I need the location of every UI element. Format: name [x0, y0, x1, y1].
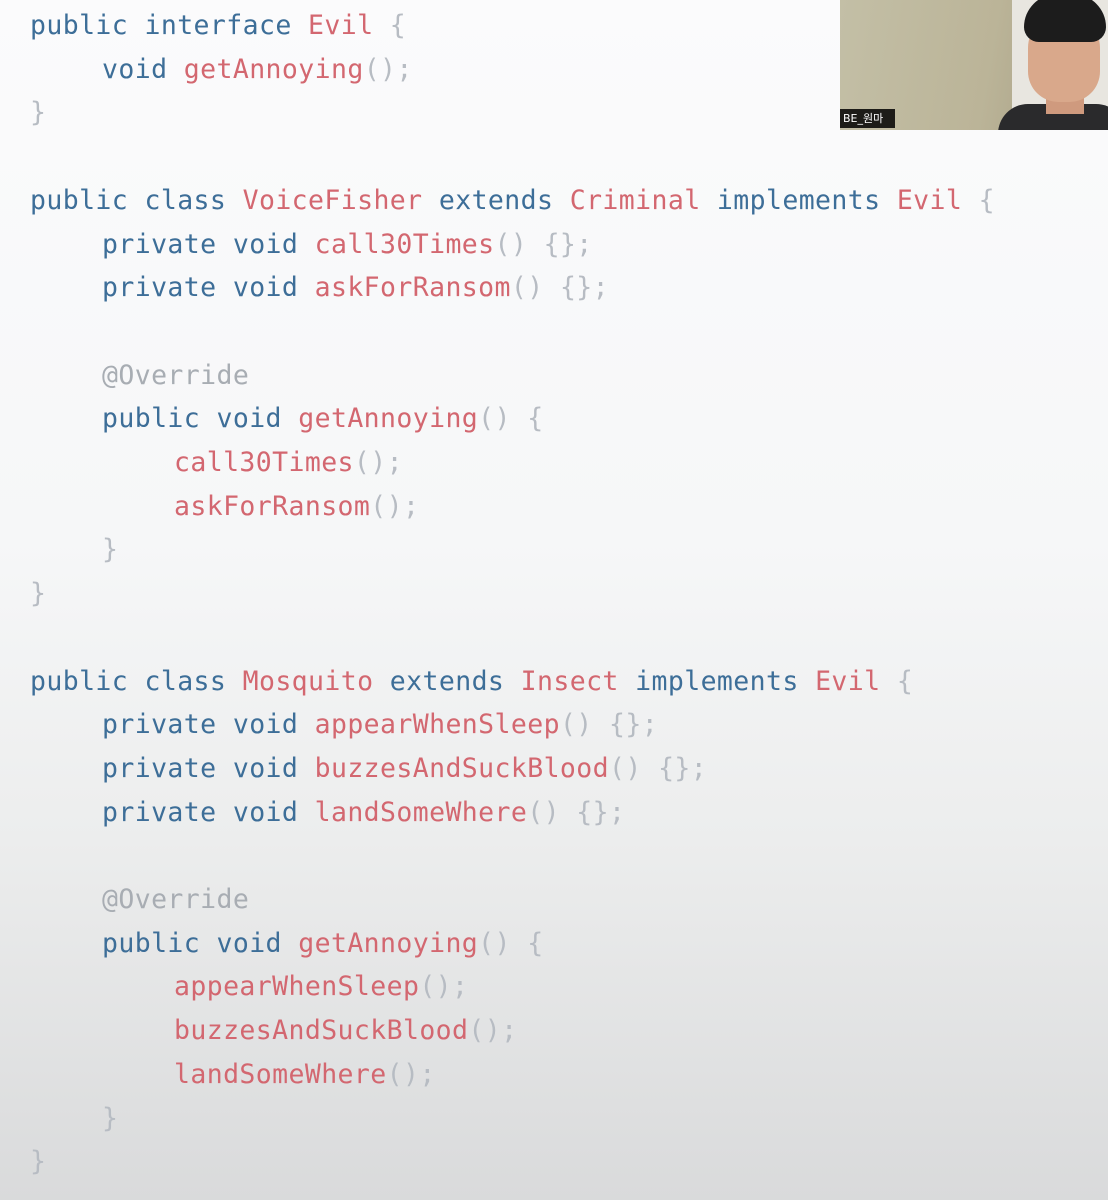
code-line: public void getAnnoying() { — [30, 397, 544, 441]
code-line: private void askForRansom() {}; — [30, 266, 609, 310]
code-keyword: private void — [102, 272, 315, 304]
code-line: public interface Evil { — [30, 4, 406, 48]
code-line: public class Mosquito extends Insect imp… — [30, 660, 913, 704]
code-keyword: public interface — [30, 10, 309, 41]
code-keyword: implements — [618, 665, 816, 697]
code-keyword: private void — [102, 752, 315, 784]
code-punctuation: () {}; — [559, 709, 659, 741]
code-line: @Override — [30, 878, 249, 922]
code-identifier: askForRansom — [174, 490, 371, 522]
code-punctuation: (); — [386, 1058, 436, 1090]
code-keyword: extends — [422, 184, 570, 216]
code-identifier: Evil — [896, 184, 963, 216]
code-identifier: Evil — [308, 10, 374, 41]
code-keyword: public class — [30, 184, 243, 216]
code-line: } — [30, 1140, 46, 1184]
code-punctuation: } — [102, 534, 119, 566]
code-identifier: buzzesAndSuckBlood — [174, 1015, 469, 1047]
code-identifier: askForRansom — [314, 272, 511, 304]
code-punctuation: { — [962, 184, 995, 216]
code-line: void getAnnoying(); — [30, 48, 413, 92]
code-identifier: appearWhenSleep — [314, 709, 560, 741]
code-annotation: @Override — [102, 884, 250, 915]
code-identifier: Evil — [815, 665, 881, 697]
code-keyword: private void — [102, 796, 315, 828]
participant-name-label: BE_원마 — [840, 109, 895, 128]
code-identifier: VoiceFisher — [242, 184, 423, 216]
code-punctuation: (); — [419, 971, 469, 1003]
code-identifier: buzzesAndSuckBlood — [314, 752, 609, 784]
code-punctuation: (); — [353, 447, 403, 478]
code-punctuation: () { — [478, 403, 544, 435]
code-line: @Override — [30, 354, 249, 398]
code-line: private void call30Times() {}; — [30, 223, 593, 267]
code-punctuation: } — [102, 1102, 119, 1134]
code-keyword: extends — [373, 665, 521, 697]
code-line: } — [30, 572, 46, 616]
code-punctuation: } — [30, 1146, 47, 1178]
code-identifier: landSomeWhere — [314, 796, 528, 828]
code-punctuation: (); — [370, 490, 420, 522]
webcam-video-tile[interactable]: BE_원마 — [840, 0, 1108, 130]
code-line: public void getAnnoying() { — [30, 922, 544, 966]
code-keyword: implements — [700, 184, 897, 216]
code-line: private void buzzesAndSuckBlood() {}; — [30, 747, 707, 791]
code-identifier: Criminal — [569, 184, 701, 216]
code-identifier: landSomeWhere — [174, 1058, 387, 1090]
code-identifier: appearWhenSleep — [174, 971, 420, 1003]
code-line: askForRansom(); — [30, 485, 419, 529]
code-annotation: @Override — [102, 359, 250, 391]
participant-hair — [1024, 0, 1106, 42]
code-punctuation: () {}; — [494, 228, 593, 260]
code-slide: public interface Evil {void getAnnoying(… — [0, 0, 1108, 1200]
code-identifier: getAnnoying — [298, 403, 479, 435]
code-identifier: Insect — [520, 665, 619, 697]
code-punctuation: (); — [363, 53, 413, 85]
code-punctuation: () {}; — [527, 796, 626, 828]
code-punctuation: (); — [468, 1015, 518, 1047]
code-line: } — [30, 1097, 118, 1141]
code-keyword: public class — [30, 665, 243, 697]
code-punctuation: { — [373, 10, 407, 41]
code-line: public class VoiceFisher extends Crimina… — [30, 179, 995, 223]
code-keyword: private void — [102, 228, 315, 260]
code-keyword: public void — [102, 927, 299, 959]
code-punctuation: () { — [478, 927, 544, 959]
code-punctuation: } — [30, 97, 47, 129]
code-punctuation: () {}; — [609, 752, 708, 784]
code-identifier: getAnnoying — [298, 927, 479, 959]
code-line: call30Times(); — [30, 441, 403, 485]
code-identifier: call30Times — [174, 447, 354, 478]
code-identifier: call30Times — [314, 228, 495, 260]
code-line: landSomeWhere(); — [30, 1053, 436, 1097]
code-punctuation: { — [880, 665, 914, 697]
code-punctuation: () {}; — [510, 272, 610, 304]
code-line: } — [30, 91, 46, 135]
code-line: } — [30, 528, 118, 572]
code-line: private void landSomeWhere() {}; — [30, 791, 625, 835]
code-identifier: Mosquito — [242, 665, 374, 697]
code-punctuation: } — [30, 578, 47, 610]
code-keyword: private void — [102, 709, 315, 741]
code-keyword: public void — [102, 403, 299, 435]
code-keyword: void — [102, 53, 184, 85]
code-line: private void appearWhenSleep() {}; — [30, 703, 658, 747]
code-line: appearWhenSleep(); — [30, 965, 468, 1009]
code-identifier: getAnnoying — [183, 53, 364, 85]
code-line: buzzesAndSuckBlood(); — [30, 1009, 517, 1053]
